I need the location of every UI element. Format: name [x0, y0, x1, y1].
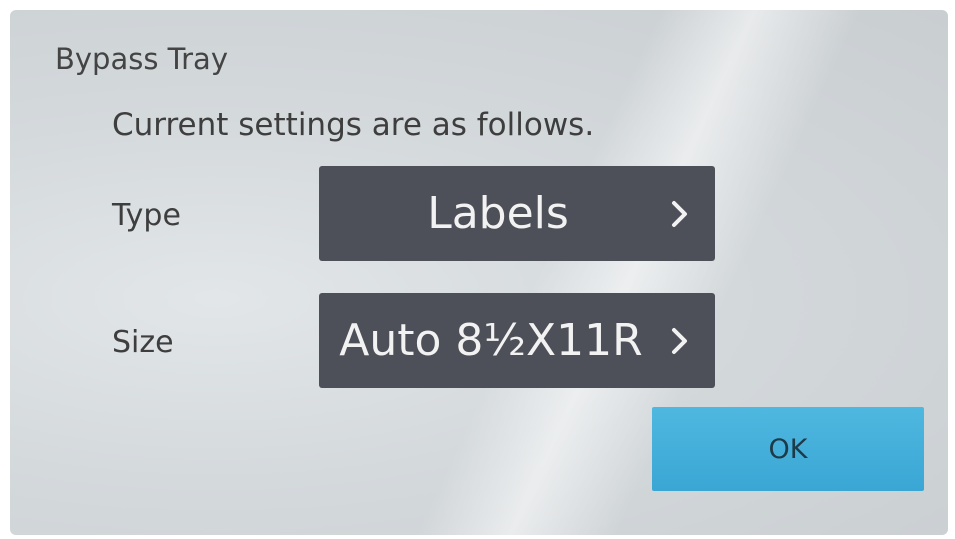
screen-title: Bypass Tray	[55, 42, 228, 76]
chevron-right-icon	[657, 318, 703, 364]
type-value: Labels	[427, 188, 569, 239]
bypass-tray-screen: Bypass Tray Current settings are as foll…	[10, 10, 948, 535]
size-select-button[interactable]: Auto 8½X11R	[319, 293, 715, 388]
type-select-button[interactable]: Labels	[319, 166, 715, 261]
size-label: Size	[112, 325, 174, 360]
chevron-right-icon	[657, 191, 703, 237]
type-label: Type	[112, 198, 181, 233]
size-value: Auto 8½X11R	[339, 315, 643, 366]
settings-description: Current settings are as follows.	[112, 107, 595, 143]
ok-button[interactable]: OK	[652, 407, 924, 491]
